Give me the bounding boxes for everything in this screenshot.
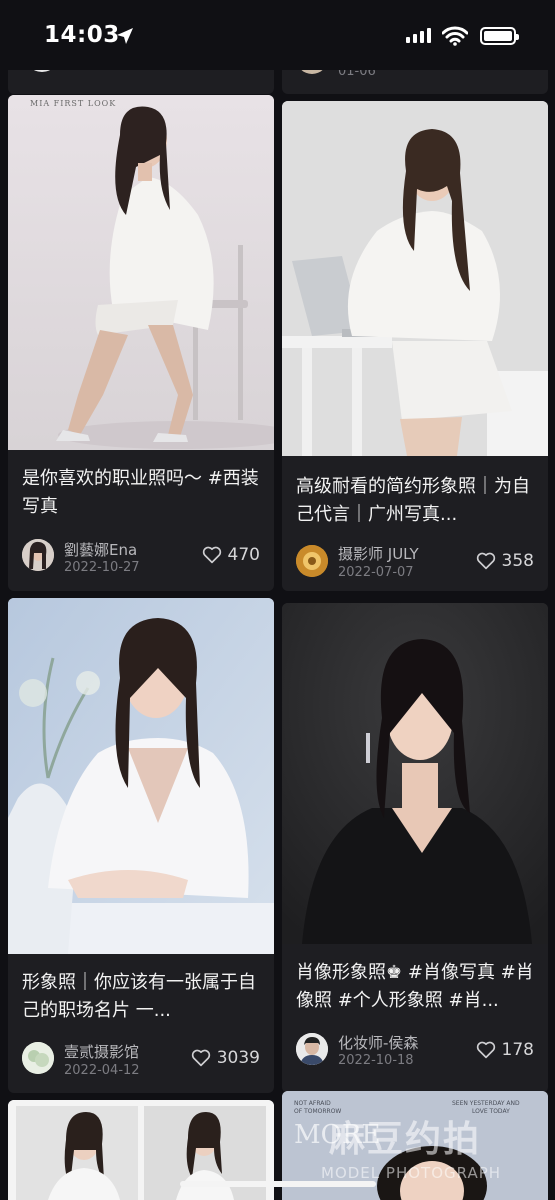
author-name[interactable]: 化妆师-侯森 [338,1032,418,1053]
post-image[interactable] [8,598,274,954]
post-title[interactable]: 是你喜欢的职业照吗～ #西装写真 [22,465,262,521]
status-bar: 14:03 [0,0,555,70]
author-name[interactable]: 劉藝娜Ena [64,539,137,560]
like-button[interactable]: 470 [202,545,260,565]
post-image[interactable] [282,101,548,456]
like-count: 470 [227,545,260,565]
author-name[interactable]: 壹贰摄影馆 [64,1041,139,1062]
like-button[interactable]: 3039 [191,1048,260,1068]
svg-text:NOT AFRAID: NOT AFRAID [294,1100,331,1107]
feed-card-1[interactable]: MIA FIRST LOOK 是你喜欢的职业照吗～ #西装写真 劉藝娜Ena 2… [8,95,274,591]
avatar[interactable] [22,539,54,571]
post-image[interactable] [282,603,548,944]
avatar[interactable] [296,545,328,577]
home-indicator[interactable] [180,1181,376,1187]
like-count: 358 [501,551,534,571]
avatar[interactable] [22,1042,54,1074]
like-button[interactable]: 178 [476,1040,534,1060]
battery-icon [480,27,519,45]
post-title[interactable]: 肖像形象照♚ #肖像写真 #肖像照 #个人形象照 #肖... [296,959,536,1015]
feed-card-2[interactable]: 高级耐看的简约形象照｜为自己代言｜广州写真... 摄影师 JULY 2022-0… [282,101,548,591]
post-title[interactable]: 形象照｜你应该有一张属于自己的职场名片 一... [22,969,262,1025]
feed-card-4[interactable]: 肖像形象照♚ #肖像写真 #肖像照 #个人形象照 #肖... 化妆师-侯森 20… [282,603,548,1093]
like-button[interactable]: 358 [476,551,534,571]
heart-icon [476,1041,495,1059]
cellular-signal-icon [406,28,431,43]
heart-icon [202,546,221,564]
portrait-photo [8,598,274,954]
post-date: 2022-10-18 [338,1053,414,1068]
author-name[interactable]: 摄影师 JULY [338,543,419,564]
post-date: 2022-04-12 [64,1063,140,1078]
heart-icon [191,1049,210,1067]
post-title[interactable]: 高级耐看的简约形象照｜为自己代言｜广州写真... [296,473,536,529]
svg-text:SEEN YESTERDAY AND: SEEN YESTERDAY AND [452,1100,520,1107]
portrait-photo [282,101,548,456]
feed-card-3[interactable]: 形象照｜你应该有一张属于自己的职场名片 一... 壹贰摄影馆 2022-04-1… [8,598,274,1093]
image-caption: MIA FIRST LOOK [30,99,117,108]
avatar[interactable] [296,1033,328,1065]
post-image[interactable]: MIA FIRST LOOK [8,95,274,450]
post-date: 2022-07-07 [338,565,414,580]
like-count: 178 [501,1040,534,1060]
svg-text:LOVE TODAY: LOVE TODAY [472,1108,510,1115]
status-time: 14:03 [44,22,120,48]
heart-icon [476,552,495,570]
portrait-photo [282,603,548,944]
svg-text:OF TOMORROW: OF TOMORROW [294,1108,341,1115]
wifi-icon [442,26,468,46]
like-count: 3039 [216,1048,260,1068]
svg-text:MORE: MORE [294,1120,381,1150]
post-date: 2022-10-27 [64,560,140,575]
portrait-photo [8,95,274,450]
location-arrow-icon [117,28,133,44]
